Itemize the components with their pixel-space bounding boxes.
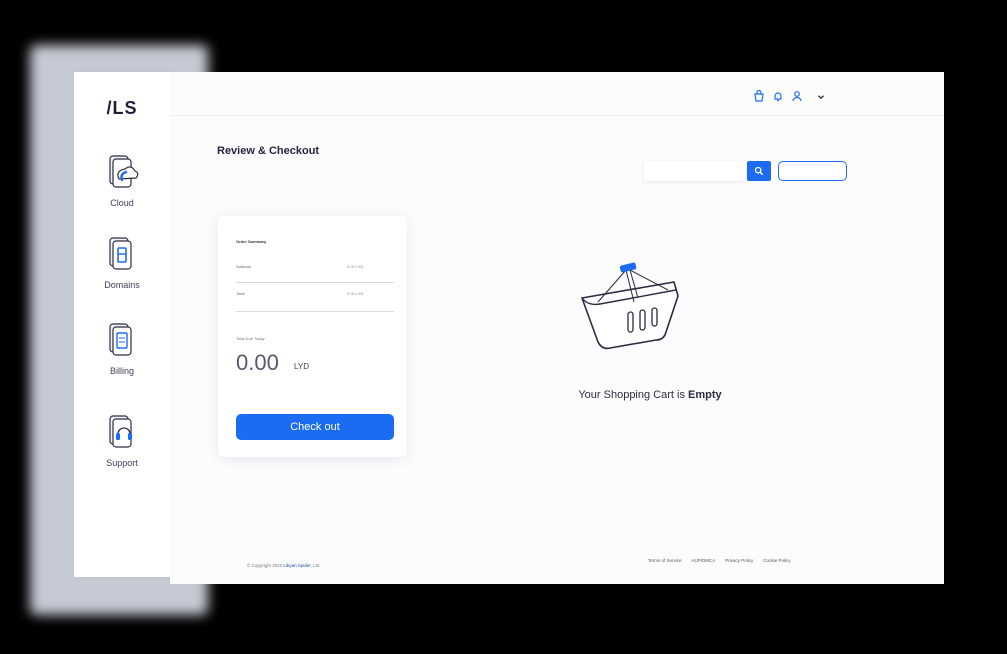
billing-icon (109, 323, 132, 356)
footer-link-aup[interactable]: AUP/DMCA (692, 558, 716, 563)
sidebar-item-label: Support (106, 458, 138, 468)
empty-cart-message: Your Shopping Cart is Empty (510, 389, 790, 401)
main-panel: Review & Checkout Order Summary Subtotal… (170, 72, 944, 584)
total-label: Total (236, 291, 245, 296)
sidebar-item-cloud[interactable]: Cloud (74, 152, 170, 208)
footer-links: Terms of Service AUP/DMCA Privacy Policy… (648, 558, 791, 563)
sidebar-item-support[interactable]: Support (74, 412, 170, 468)
currency-label: LYD (294, 362, 309, 371)
user-icon[interactable] (791, 89, 803, 102)
footer-link-terms[interactable]: Terms of Service (648, 558, 682, 563)
header-icons (753, 89, 828, 102)
search-button[interactable] (747, 161, 771, 181)
total-due-label: Total Due Today (236, 336, 265, 341)
support-icon (109, 415, 132, 448)
bell-icon[interactable] (772, 89, 784, 102)
order-summary-card: Order Summary Subtotal 0.00 LYD Total 0.… (218, 216, 407, 457)
sidebar-item-label: Cloud (110, 198, 134, 208)
empty-cart-text: Your Shopping Cart is (578, 389, 689, 401)
domains-icon (109, 237, 132, 270)
chevron-down-icon[interactable] (816, 89, 828, 101)
divider (236, 311, 394, 312)
copyright-suffix: , Ltd. (310, 563, 321, 568)
sidebar-item-domains[interactable]: Domains (74, 234, 170, 290)
total-amount: 0.00 (236, 350, 279, 375)
copyright-prefix: © Copyright 2022 (247, 563, 283, 568)
search-input[interactable] (644, 161, 746, 181)
copyright: © Copyright 2022 Libyan Spider, Ltd. (247, 563, 321, 568)
footer-link-cookie[interactable]: Cookie Policy (763, 558, 790, 563)
sidebar-item-label: Domains (104, 280, 140, 290)
page-title: Review & Checkout (217, 145, 320, 157)
secondary-action-button[interactable] (778, 161, 847, 181)
top-bar (170, 72, 944, 116)
sidebar: /LS Cloud Domains Billing Support (74, 72, 170, 577)
search-icon (754, 166, 764, 176)
logo[interactable]: /LS (106, 98, 137, 119)
order-summary-title: Order Summary (236, 239, 267, 244)
cart-icon[interactable] (753, 89, 765, 102)
subtotal-label: Subtotal (236, 264, 251, 269)
sidebar-item-billing[interactable]: Billing (74, 320, 170, 376)
cloud-icon (109, 155, 139, 188)
sidebar-item-label: Billing (109, 366, 134, 376)
divider (236, 282, 394, 283)
checkout-button[interactable]: Check out (236, 414, 394, 440)
company-link[interactable]: Libyan Spider (283, 563, 310, 568)
empty-basket-illustration (581, 262, 679, 350)
empty-cart-strong: Empty (688, 389, 722, 401)
total-value: 0.00 LYD (347, 291, 364, 296)
subtotal-value: 0.00 LYD (347, 264, 364, 269)
footer-link-privacy[interactable]: Privacy Policy (725, 558, 753, 563)
